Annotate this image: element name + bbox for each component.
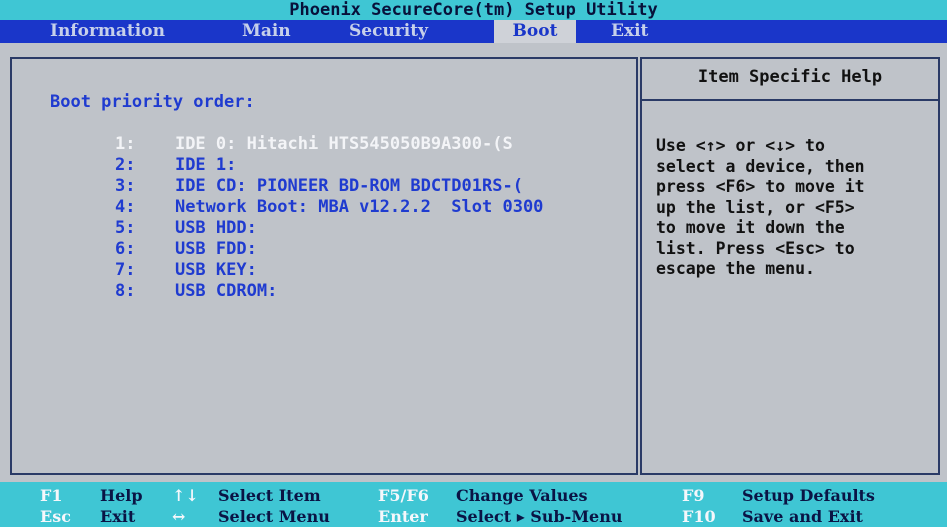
- boot-item-label: USB CDROM:: [174, 281, 278, 301]
- key-help-label: Help: [100, 486, 143, 505]
- leftright-arrow-icon: ↔: [172, 507, 186, 526]
- key-save-exit: Save and Exit: [742, 507, 863, 526]
- key-help-text: Help: [100, 486, 143, 505]
- tab-main[interactable]: Main: [242, 20, 291, 43]
- window-title: Phoenix SecureCore(tm) Setup Utility: [0, 0, 947, 20]
- boot-item-number: 8:: [114, 281, 136, 301]
- key-enter: Enter: [378, 507, 428, 526]
- menu-bar: Information Main Security Boot Exit: [0, 20, 947, 43]
- boot-priority-title: Boot priority order:: [50, 92, 255, 112]
- tab-security[interactable]: Security: [349, 20, 428, 43]
- key-f9: F9: [682, 486, 705, 505]
- tab-boot[interactable]: Boot: [494, 20, 576, 43]
- key-select-item: Select Item: [218, 486, 321, 505]
- key-updown: ↑↓: [172, 486, 199, 505]
- key-f10: F10: [682, 507, 716, 526]
- key-submenu: Select ▸ Sub-Menu: [456, 507, 622, 526]
- boot-item-8[interactable]: 8: USB CDROM:: [74, 261, 277, 321]
- key-enter-text: Enter: [378, 507, 428, 526]
- key-select-menu: Select Menu: [218, 507, 330, 526]
- key-f10-text: F10: [682, 507, 716, 526]
- key-f5f6-text: F5/F6: [378, 486, 429, 505]
- key-legend-bar: F1 Help Esc Exit ↑↓ Select Item ↔ Select…: [0, 482, 947, 527]
- key-submenu-text: Select ▸ Sub-Menu: [456, 507, 623, 526]
- updown-arrow-icon: ↑↓: [172, 486, 199, 505]
- key-leftright: ↔: [172, 507, 185, 526]
- key-exit-label: Exit: [100, 507, 135, 526]
- key-save-exit-text: Save and Exit: [742, 507, 863, 526]
- key-change-values-text: Change Values: [456, 486, 588, 505]
- boot-priority-panel: Boot priority order: 1: IDE 0: Hitachi HT…: [10, 57, 638, 475]
- key-f5f6: F5/F6: [378, 486, 429, 505]
- key-f1: F1: [40, 486, 63, 505]
- key-change-values: Change Values: [456, 486, 588, 505]
- item-help-panel: Item Specific Help Use <↑> or <↓> to sel…: [640, 57, 940, 475]
- key-select-item-text: Select Item: [218, 486, 321, 505]
- key-esc: Esc: [40, 507, 71, 526]
- key-setup-defaults: Setup Defaults: [742, 486, 875, 505]
- tab-exit[interactable]: Exit: [611, 20, 648, 43]
- help-divider: [642, 99, 938, 101]
- help-title: Item Specific Help: [697, 67, 883, 87]
- key-f9-text: F9: [682, 486, 705, 505]
- key-exit-text: Exit: [100, 507, 136, 526]
- key-f1-help: F1: [40, 486, 63, 505]
- tab-information[interactable]: Information: [50, 20, 165, 43]
- key-select-menu-text: Select Menu: [218, 507, 330, 526]
- help-text: Use <↑> or <↓> to select a device, then …: [656, 136, 865, 278]
- key-setup-defaults-text: Setup Defaults: [742, 486, 875, 505]
- key-esc-exit: Esc: [40, 507, 71, 526]
